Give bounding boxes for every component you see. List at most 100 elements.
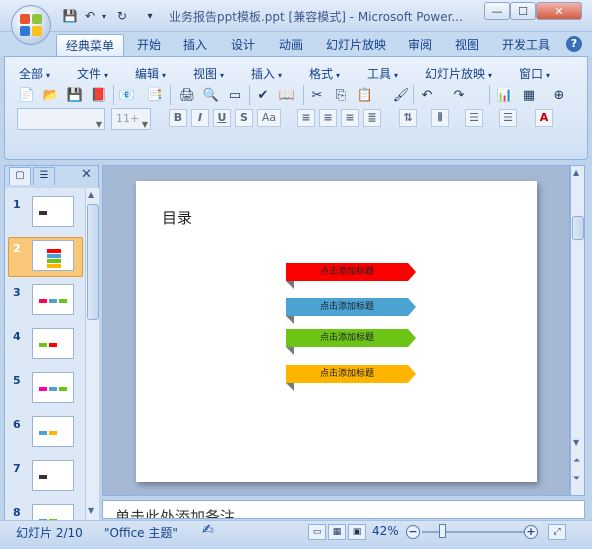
chart-icon[interactable]: 📊 (495, 85, 515, 105)
permission-icon[interactable]: 📕 (89, 85, 109, 105)
toc-item[interactable]: 点击添加标题 (286, 298, 416, 324)
font-name-combo[interactable]: ▼ (17, 108, 105, 130)
next-slide-icon[interactable]: ⏷ (573, 474, 580, 484)
zoom-in-icon[interactable]: + (524, 525, 538, 539)
scroll-up-icon[interactable]: ▲ (88, 190, 94, 199)
menu-tools[interactable]: 工具 ▾ (367, 65, 398, 82)
toc-item[interactable]: 点击添加标题 (286, 263, 416, 289)
underline-button[interactable]: U (213, 109, 231, 127)
notes-pane[interactable]: 单击此处添加备注 (102, 500, 585, 519)
toc-item[interactable]: 点击添加标题 (286, 365, 416, 391)
slide-thumbnail[interactable] (32, 460, 74, 491)
copy-icon[interactable]: ⎘ (331, 85, 351, 105)
slides-pane-scrollbar[interactable]: ▲ ▼ (85, 188, 99, 520)
slide-thumbnail[interactable] (32, 372, 74, 403)
italic-button[interactable]: I (191, 109, 209, 127)
slide-thumbnail[interactable] (32, 504, 74, 520)
bullets-icon[interactable]: ☰ (465, 109, 483, 127)
font-color-icon[interactable]: A (535, 109, 553, 127)
undo-icon[interactable]: ↶ (82, 7, 98, 25)
outline-tab[interactable]: ☰ (33, 167, 55, 185)
change-case-button[interactable]: Aa (257, 109, 281, 127)
slide-thumbnail[interactable] (32, 196, 74, 227)
slide-thumbnail[interactable] (32, 284, 74, 315)
redo-icon[interactable]: ↻ (114, 7, 130, 25)
new-document-icon[interactable]: 📄 (17, 85, 37, 105)
previous-slide-icon[interactable]: ⏶ (573, 456, 580, 466)
office-button[interactable] (11, 5, 51, 45)
undo-icon[interactable]: ↶ (417, 85, 437, 105)
tab-slideshow[interactable]: 幻灯片放映 (318, 34, 394, 56)
spell-check-icon[interactable]: ✍ (202, 522, 214, 538)
customize-quick-access-icon[interactable]: ▾ (145, 7, 155, 25)
zoom-icon[interactable]: ⊕ (549, 85, 569, 105)
numbering-icon[interactable]: ☰ (499, 109, 517, 127)
tab-insert[interactable]: 插入 (174, 34, 216, 56)
scroll-down-icon[interactable]: ▼ (88, 506, 94, 515)
zoom-out-icon[interactable]: − (406, 525, 420, 539)
scroll-up-icon[interactable]: ▲ (573, 168, 579, 177)
menu-edit[interactable]: 编辑 ▾ (135, 65, 166, 82)
tab-developer[interactable]: 开发工具 (494, 34, 558, 56)
tab-animation[interactable]: 动画 (270, 34, 312, 56)
menu-window[interactable]: 窗口 ▾ (519, 65, 550, 82)
cut-icon[interactable]: ✂ (307, 85, 327, 105)
format-painter-icon[interactable]: 🖌 (391, 85, 411, 105)
scroll-thumb[interactable] (87, 204, 99, 320)
menu-slideshow[interactable]: 幻灯片放映 ▾ (425, 65, 492, 82)
slide-thumbnail[interactable] (32, 416, 74, 447)
text-direction-icon[interactable]: ⇅ (399, 109, 417, 127)
menu-all[interactable]: 全部 ▾ (19, 65, 50, 82)
undo-dropdown-icon[interactable]: ▾ (100, 7, 108, 25)
menu-view[interactable]: 视图 ▾ (193, 65, 224, 82)
normal-view-button[interactable]: ▭ (308, 524, 326, 540)
scroll-down-icon[interactable]: ▼ (573, 438, 579, 447)
columns-icon[interactable]: ⫴ (431, 109, 449, 127)
research-icon[interactable]: 📖 (277, 85, 297, 105)
slides-tab[interactable]: ▢ (9, 167, 31, 185)
slide-show-icon[interactable]: ▭ (225, 85, 245, 105)
current-slide[interactable]: 目录 点击添加标题 点击添加标题 点击添加标题 点击添加标题 (136, 181, 537, 482)
save-icon[interactable]: 💾 (65, 85, 85, 105)
menu-insert[interactable]: 插入 ▾ (251, 65, 282, 82)
close-pane-icon[interactable]: ✕ (81, 167, 92, 182)
zoom-slider[interactable] (422, 531, 526, 533)
email-icon[interactable]: 📧 (117, 85, 137, 105)
font-size-combo[interactable]: 11+ ▼ (111, 108, 151, 130)
justify-icon[interactable]: ≣ (363, 109, 381, 127)
shadow-button[interactable]: S (235, 109, 253, 127)
print-icon[interactable]: 🖨 (177, 85, 197, 105)
menu-format[interactable]: 格式 ▾ (309, 65, 340, 82)
align-center-icon[interactable]: ≡ (319, 109, 337, 127)
help-icon[interactable]: ? (566, 36, 582, 52)
print-preview-icon[interactable]: 🔍 (201, 85, 221, 105)
zoom-level[interactable]: 42% (372, 524, 399, 538)
toc-item[interactable]: 点击添加标题 (286, 329, 416, 355)
tab-design[interactable]: 设计 (222, 34, 264, 56)
save-icon[interactable]: 💾 (62, 7, 78, 25)
tab-home[interactable]: 开始 (128, 34, 170, 56)
editor-scrollbar[interactable]: ▲ ▼ ⏶ ⏷ (570, 165, 585, 496)
bold-button[interactable]: B (169, 109, 187, 127)
slide-sorter-button[interactable]: ▦ (328, 524, 346, 540)
scroll-thumb[interactable] (572, 216, 584, 240)
slide-thumbnail[interactable] (32, 240, 74, 271)
spelling-icon[interactable]: ✔ (253, 85, 273, 105)
close-button[interactable]: ✕ (536, 2, 582, 20)
tab-view[interactable]: 视图 (446, 34, 488, 56)
tab-classic-menu[interactable]: 经典菜单 (56, 34, 124, 56)
tab-review[interactable]: 审阅 (398, 34, 442, 56)
paste-icon[interactable]: 📋 (355, 85, 375, 105)
slide-thumbnail[interactable] (32, 328, 74, 359)
fit-to-window-icon[interactable]: ⤢ (548, 524, 566, 540)
table-icon[interactable]: ▦ (519, 85, 539, 105)
slide-title[interactable]: 目录 (162, 207, 192, 228)
zoom-slider-thumb[interactable] (439, 524, 446, 538)
open-folder-icon[interactable]: 📂 (41, 85, 61, 105)
minimize-button[interactable]: — (484, 2, 510, 20)
menu-file[interactable]: 文件 ▾ (77, 65, 108, 82)
align-right-icon[interactable]: ≡ (341, 109, 359, 127)
publish-icon[interactable]: 📑 (145, 85, 165, 105)
slideshow-view-button[interactable]: ▣ (348, 524, 366, 540)
maximize-button[interactable]: ☐ (510, 2, 536, 20)
